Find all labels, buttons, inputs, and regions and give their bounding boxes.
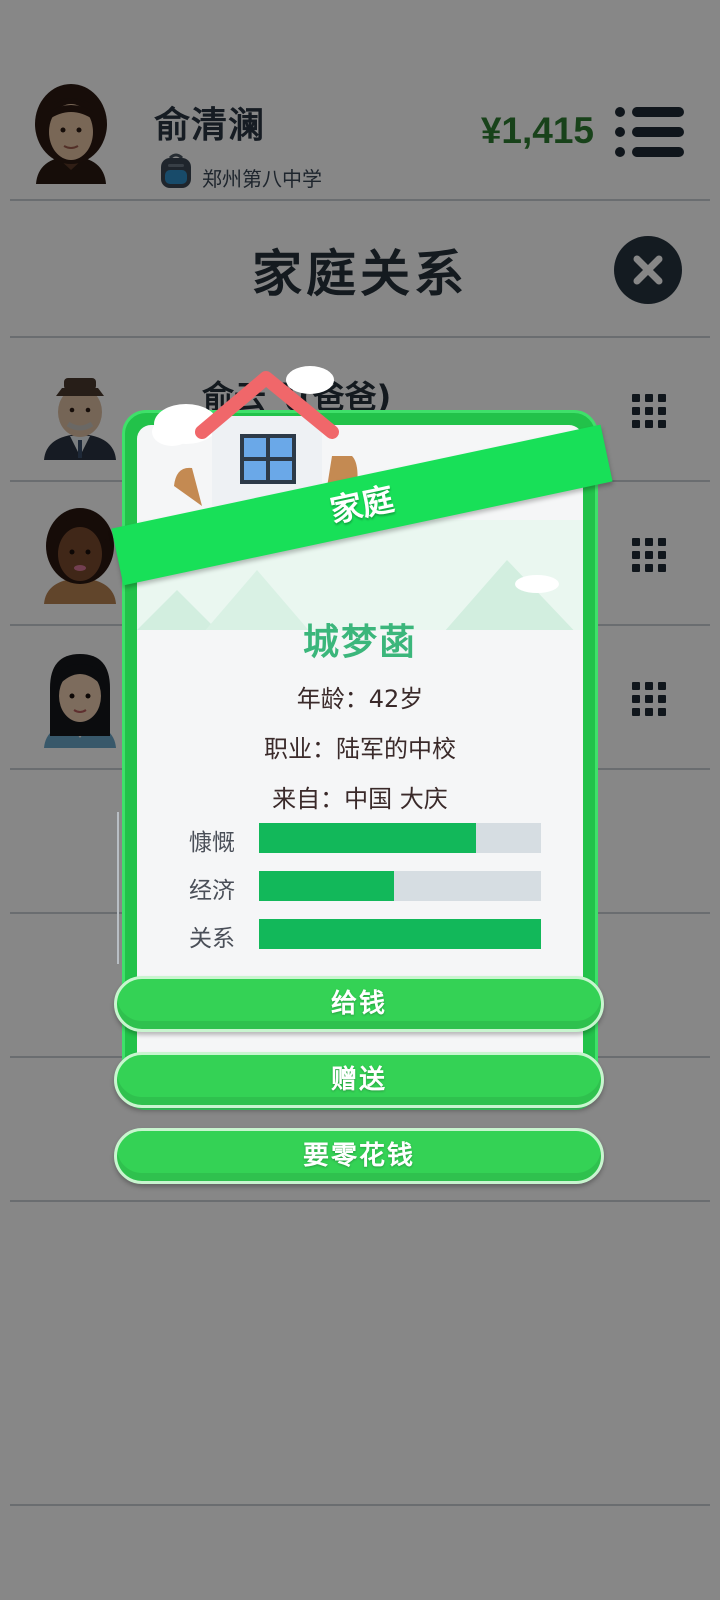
stat-fill [259, 871, 395, 901]
gift-button[interactable]: 赠送 [114, 1052, 604, 1108]
stat-separator [117, 812, 119, 964]
stat-bar-relationship [259, 919, 541, 949]
job-info: 职业：陆军的中校 [264, 735, 456, 763]
stat-bar-economy [259, 871, 541, 901]
stat-fill [259, 919, 541, 949]
ribbon-banner: 家庭 [111, 424, 613, 586]
stat-label-generosity: 慷慨 [189, 830, 235, 856]
age-info: 年龄：42岁 [296, 685, 424, 713]
origin-info: 来自：中国 大庆 [272, 785, 448, 813]
member-full-name: 城梦菡 [302, 622, 417, 663]
give-money-button[interactable]: 给钱 [114, 976, 604, 1032]
stat-bar-generosity [259, 823, 541, 853]
ask-allowance-button[interactable]: 要零花钱 [114, 1128, 604, 1184]
stat-fill [259, 823, 477, 853]
stat-label-relationship: 关系 [189, 926, 235, 952]
stat-label-economy: 经济 [189, 878, 235, 904]
